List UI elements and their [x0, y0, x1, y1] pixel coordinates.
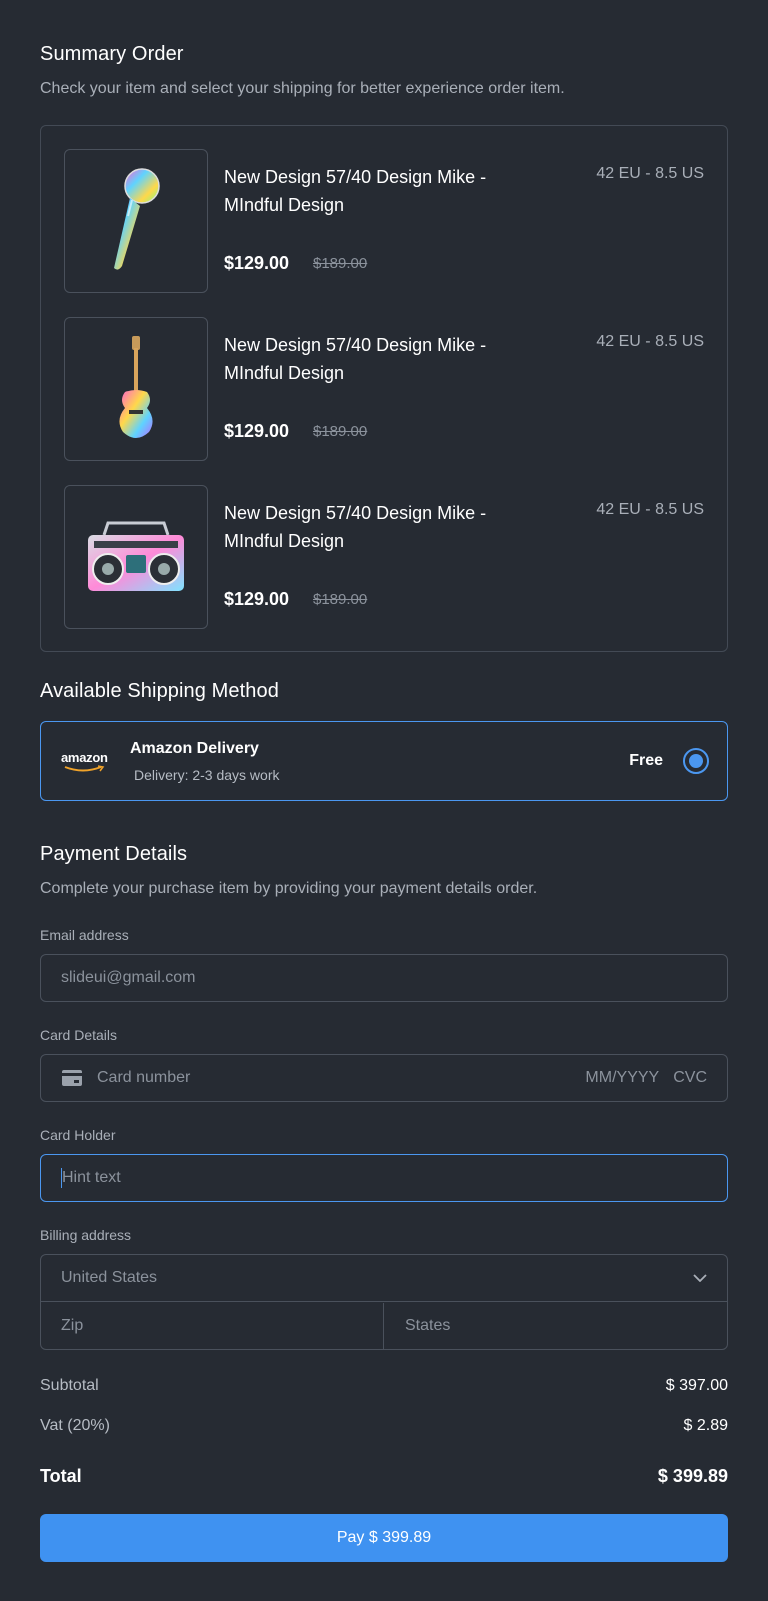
order-item: New Design 57/40 Design Mike - MIndful D…: [64, 149, 704, 293]
item-old-price: $189.00: [313, 591, 368, 608]
pay-button[interactable]: Pay $ 399.89: [40, 1514, 728, 1562]
card-details-label: Card Details: [40, 1027, 118, 1043]
order-item: New Design 57/40 Design Mike - MIndful D…: [64, 317, 704, 461]
shipping-method-name: Amazon Delivery: [130, 740, 259, 757]
card-cvc-placeholder[interactable]: CVC: [673, 1069, 707, 1087]
item-name: New Design 57/40 Design Mike - MIndful D…: [224, 503, 487, 551]
card-expiry-placeholder[interactable]: MM/YYYY: [585, 1069, 659, 1087]
chevron-down-icon: [693, 1274, 707, 1282]
shipping-option-amazon[interactable]: amazon Amazon Delivery Delivery: 2-3 day…: [40, 721, 728, 801]
state-field[interactable]: States: [385, 1303, 727, 1349]
order-items-box: New Design 57/40 Design Mike - MIndful D…: [40, 125, 728, 652]
total-value: $ 399.89: [657, 1466, 728, 1486]
email-label: Email address: [40, 927, 129, 943]
shipping-price: Free: [629, 752, 663, 769]
guitar-image: [64, 317, 208, 461]
summary-subtitle: Check your item and select your shipping…: [40, 80, 565, 97]
amazon-logo: amazon: [61, 750, 111, 774]
subtotal-value: $ 397.00: [665, 1377, 728, 1394]
item-price: $129.00: [224, 589, 290, 609]
item-size: 42 EU - 8.5 US: [596, 501, 704, 518]
item-price: $129.00: [224, 253, 290, 273]
vat-label: Vat (20%): [40, 1417, 110, 1434]
item-size: 42 EU - 8.5 US: [596, 333, 704, 350]
item-name: New Design 57/40 Design Mike - MIndful D…: [224, 335, 487, 383]
billing-address-group: United States Zip States: [40, 1254, 728, 1350]
zip-placeholder: Zip: [61, 1317, 84, 1334]
total-label: Total: [40, 1466, 82, 1486]
shipping-title: Available Shipping Method: [40, 680, 279, 702]
item-old-price: $189.00: [313, 423, 368, 440]
card-holder-field[interactable]: Hint text: [40, 1154, 728, 1202]
item-name: New Design 57/40 Design Mike - MIndful D…: [224, 167, 487, 215]
summary-title: Summary Order: [40, 43, 184, 65]
card-holder-placeholder: Hint text: [62, 1169, 121, 1186]
subtotal-label: Subtotal: [40, 1377, 99, 1394]
amazon-smile-icon: [64, 765, 105, 772]
boombox-image: [64, 485, 208, 629]
shipping-method-detail: Delivery: 2-3 days work: [134, 767, 280, 783]
email-field[interactable]: slideui@gmail.com: [40, 954, 728, 1002]
item-price: $129.00: [224, 421, 290, 441]
state-placeholder: States: [405, 1317, 451, 1334]
order-item: New Design 57/40 Design Mike - MIndful D…: [64, 485, 704, 629]
payment-title: Payment Details: [40, 843, 188, 865]
item-old-price: $189.00: [313, 255, 368, 272]
email-placeholder: slideui@gmail.com: [61, 969, 196, 986]
card-number-field[interactable]: Card number MM/YYYY CVC: [40, 1054, 728, 1102]
country-select[interactable]: United States: [41, 1255, 727, 1302]
credit-card-icon: [62, 1070, 82, 1086]
microphone-image: [64, 149, 208, 293]
card-number-placeholder: Card number: [97, 1069, 191, 1086]
card-holder-label: Card Holder: [40, 1127, 116, 1143]
item-size: 42 EU - 8.5 US: [596, 165, 704, 182]
payment-subtitle: Complete your purchase item by providing…: [40, 880, 538, 897]
vat-value: $ 2.89: [683, 1417, 728, 1434]
radio-selected-dot: [689, 754, 703, 768]
country-value: United States: [61, 1269, 158, 1286]
billing-label: Billing address: [40, 1227, 132, 1243]
zip-field[interactable]: Zip: [41, 1303, 384, 1349]
amazon-logo-text: amazon: [61, 750, 108, 765]
shipping-radio[interactable]: [683, 748, 709, 774]
